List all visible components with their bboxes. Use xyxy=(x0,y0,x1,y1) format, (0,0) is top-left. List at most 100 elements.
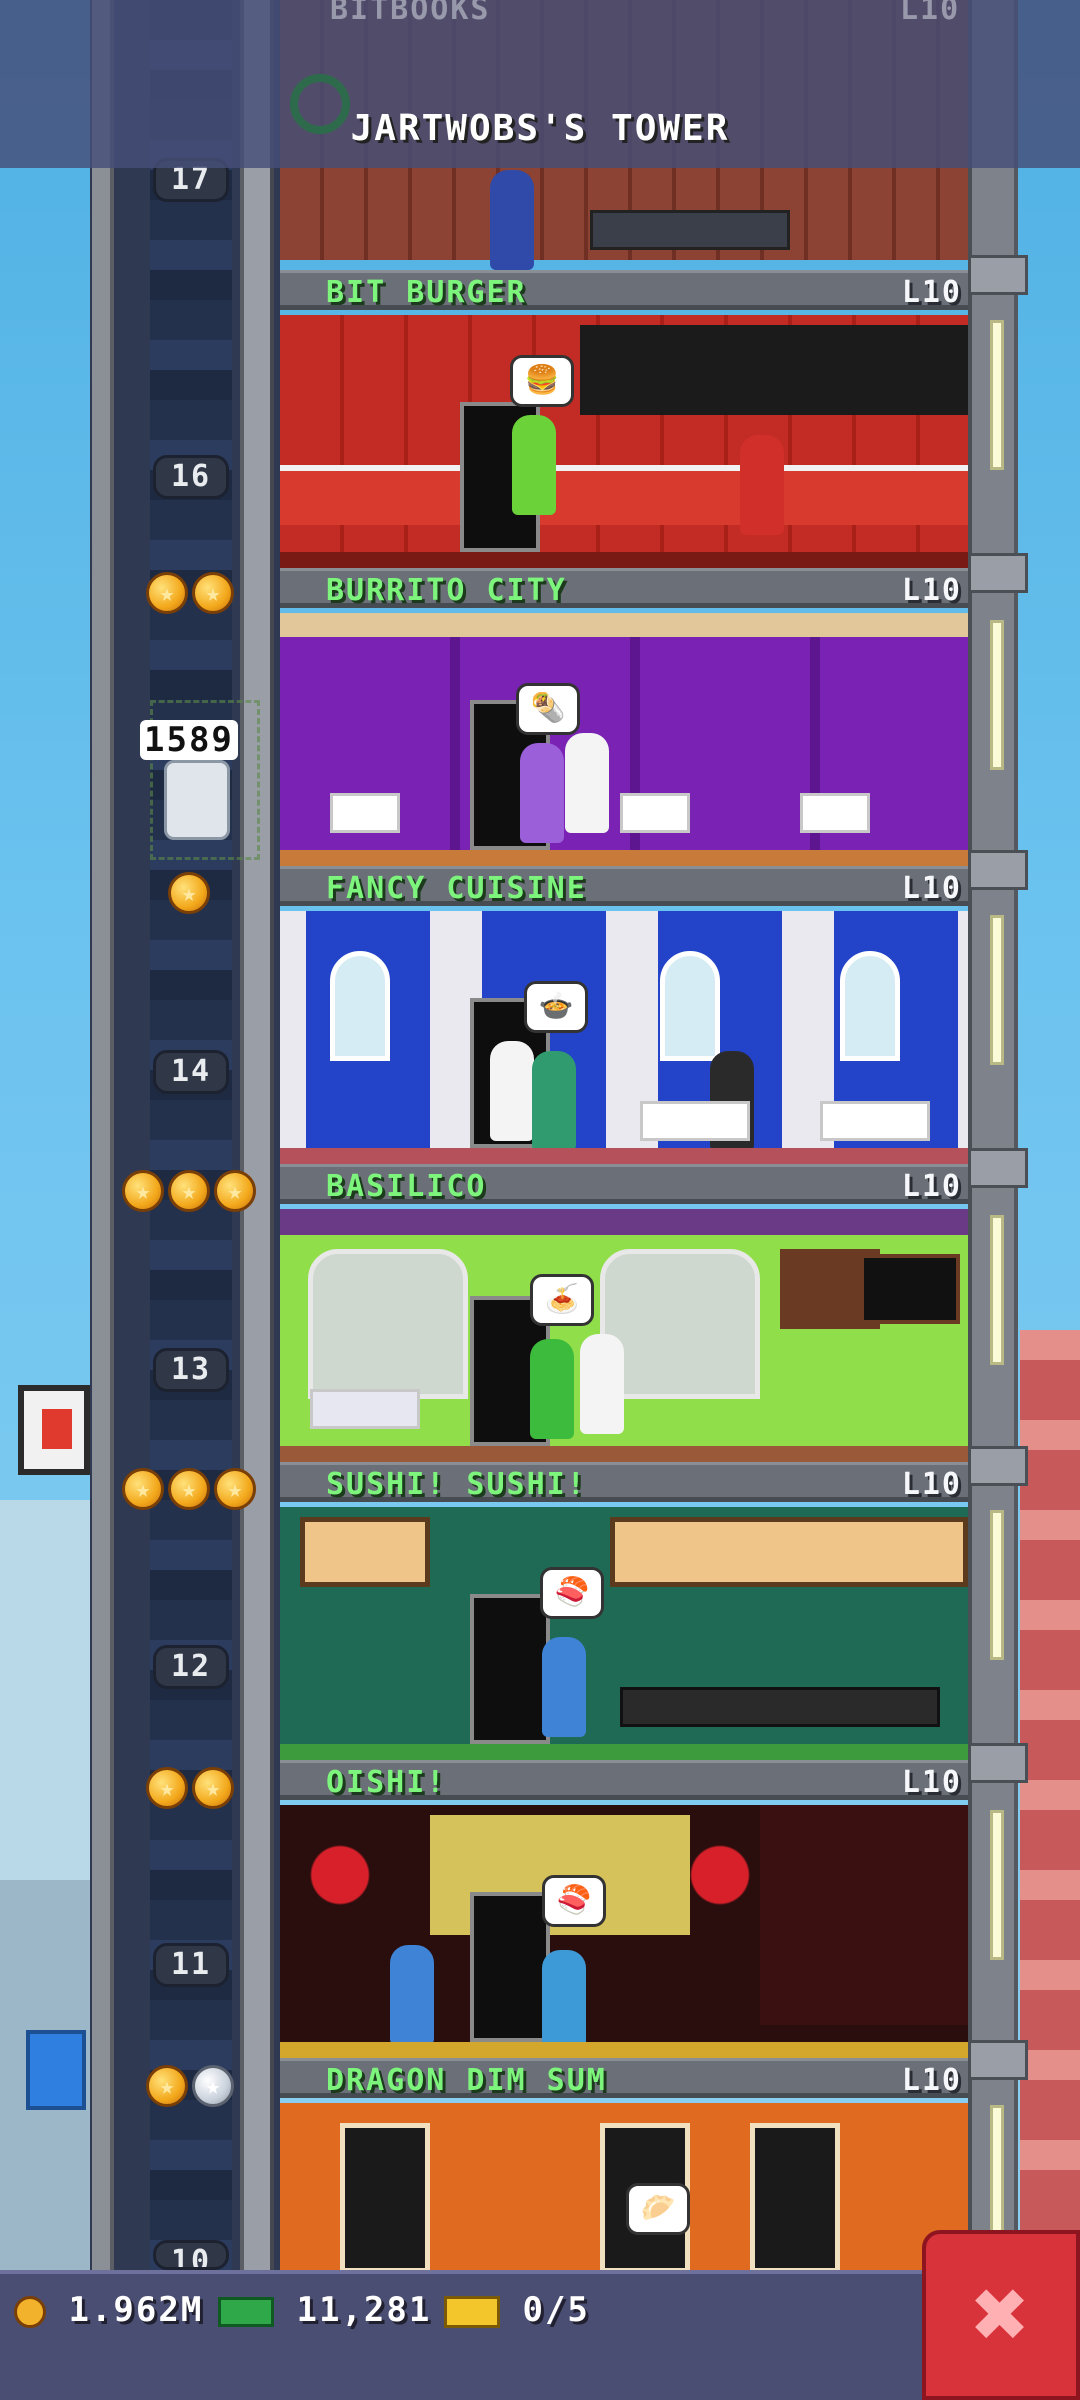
tower-title[interactable]: JARTWOBS'S TOWER xyxy=(0,108,1080,149)
window xyxy=(330,951,390,1061)
coins-stat[interactable]: 1.962M xyxy=(14,2290,203,2330)
dumpling-icon: 🥟 xyxy=(626,2183,690,2235)
star-coin-icon: ★ xyxy=(146,2065,188,2107)
table xyxy=(620,793,690,833)
pillar-bracket xyxy=(968,1446,1028,1486)
pillar-light xyxy=(990,620,1004,770)
star-coin-icon: ★ xyxy=(214,1468,256,1510)
pillar-bracket xyxy=(968,255,1028,295)
floor-rating: ★ xyxy=(168,872,210,916)
floor-label-bar: FANCY CUISINE L10 xyxy=(280,866,968,906)
pillar-light xyxy=(990,320,1004,470)
floor-dragon-dim-sum[interactable]: DRAGON DIM SUM L10 🥟 xyxy=(280,2058,968,2270)
close-icon: ✖ xyxy=(972,2258,1030,2370)
floor-level: L10 xyxy=(901,1467,962,1502)
room-floor xyxy=(280,850,968,866)
floor-number: 13 xyxy=(153,1348,229,1392)
shoji-window xyxy=(300,1517,430,1587)
star-coin-icon: ★ xyxy=(146,572,188,614)
vine-trim xyxy=(280,1209,968,1235)
bitizen-icon xyxy=(532,1051,576,1151)
table xyxy=(820,1101,930,1141)
floor-oishi[interactable]: OISHI! L10 🍣 xyxy=(280,1760,968,2058)
window xyxy=(840,951,900,1061)
chalkboard xyxy=(860,1254,960,1324)
ticket-icon xyxy=(444,2295,500,2328)
pillar-light xyxy=(990,915,1004,1065)
star-coin-icon: ★ xyxy=(122,1468,164,1510)
floor-rating: ★ ★ xyxy=(146,572,234,616)
floor-level: L10 xyxy=(901,1765,962,1800)
star-coin-icon: ★ xyxy=(192,572,234,614)
floor-number: 11 xyxy=(153,1943,229,1987)
room-interior: 🍣 xyxy=(280,1805,968,2058)
floor-label-bar: BURRITO CITY L10 xyxy=(280,568,968,608)
star-coin-icon: ★ xyxy=(168,1170,210,1212)
pillar-light xyxy=(990,1810,1004,1960)
star-coin-icon: ★ xyxy=(146,1767,188,1809)
pillar-bracket xyxy=(968,850,1028,890)
room-interior: 🥟 xyxy=(280,2103,968,2270)
floor-label-bar: BIT BURGER L10 xyxy=(280,270,968,310)
room-interior: 🍝 xyxy=(280,1209,968,1462)
top-floor-name: BITBOOKS xyxy=(330,0,491,27)
floor-sushi-sushi[interactable]: SUSHI! SUSHI! L10 🍣 xyxy=(280,1462,968,1760)
wall-trim xyxy=(280,613,968,637)
floor-name: BURRITO CITY xyxy=(326,573,567,608)
floor-bit-burger[interactable]: BIT BURGER L10 🍔 xyxy=(280,270,968,568)
sakura-mural xyxy=(760,1805,968,2025)
room-floor xyxy=(280,1744,968,1760)
tower-header: BITBOOKS L10 JARTWOBS'S TOWER xyxy=(0,0,1080,168)
tickets-stat[interactable]: 0/5 xyxy=(444,2290,590,2330)
close-button[interactable]: ✖ xyxy=(922,2230,1080,2400)
top-floor-level: L10 xyxy=(900,0,961,27)
tickets-value: 0/5 xyxy=(522,2290,590,2330)
bitizen-icon xyxy=(530,1339,574,1439)
floor-rating: ★ ★ xyxy=(146,1767,234,1811)
chef-icon xyxy=(565,733,609,833)
floor-name: BASILICO xyxy=(326,1169,487,1204)
floor-number: 12 xyxy=(153,1645,229,1689)
floor-number: 14 xyxy=(153,1050,229,1094)
pillar-bracket xyxy=(968,1743,1028,1783)
elevator-car[interactable]: 1589 xyxy=(140,700,260,860)
pillar-light xyxy=(990,1510,1004,1660)
shaft-rail xyxy=(92,0,114,2280)
room-interior: 🌯 xyxy=(280,613,968,866)
pillar-light xyxy=(990,1215,1004,1365)
counter xyxy=(280,465,968,525)
elevator-track[interactable] xyxy=(150,0,232,2280)
pillar-bracket xyxy=(968,2040,1028,2080)
bitizen-icon xyxy=(490,170,534,270)
bitizen-icon xyxy=(512,415,556,515)
window xyxy=(308,1249,468,1399)
floor-basilico[interactable]: BASILICO L10 🍝 xyxy=(280,1164,968,1462)
room-interior: 🍲 xyxy=(280,911,968,1164)
billboard-icon xyxy=(18,1385,90,1475)
floor-rating: ★ ★ xyxy=(146,2065,234,2109)
star-coin-icon: ★ xyxy=(168,872,210,914)
coins-value: 1.962M xyxy=(68,2290,204,2330)
floor-burrito-city[interactable]: BURRITO CITY L10 🌯 xyxy=(280,568,968,866)
table xyxy=(640,1101,750,1141)
bux-value: 11,281 xyxy=(296,2290,432,2330)
chef-icon xyxy=(580,1334,624,1434)
bux-stat[interactable]: 11,281 xyxy=(218,2290,431,2330)
bitizen-icon xyxy=(542,1950,586,2050)
floor-label-bar: SUSHI! SUSHI! L10 xyxy=(280,1462,968,1502)
pillar-bracket xyxy=(968,1148,1028,1188)
floor-rating: ★ ★ ★ xyxy=(122,1170,256,1214)
room-interior: 🍔 xyxy=(280,315,968,568)
floor-name: FANCY CUISINE xyxy=(326,871,587,906)
floor-label-bar: BASILICO L10 xyxy=(280,1164,968,1204)
floor-fancy-cuisine[interactable]: FANCY CUISINE L10 🍲 xyxy=(280,866,968,1164)
room-floor xyxy=(280,2042,968,2058)
burrito-icon: 🌯 xyxy=(516,683,580,735)
room-floor xyxy=(280,552,968,568)
floor-level: L10 xyxy=(901,1169,962,1204)
bitizen-icon xyxy=(542,1637,586,1737)
dish-icon: 🍲 xyxy=(524,981,588,1033)
table xyxy=(800,793,870,833)
table xyxy=(310,1389,420,1429)
floor-label-bar: OISHI! L10 xyxy=(280,1760,968,1800)
